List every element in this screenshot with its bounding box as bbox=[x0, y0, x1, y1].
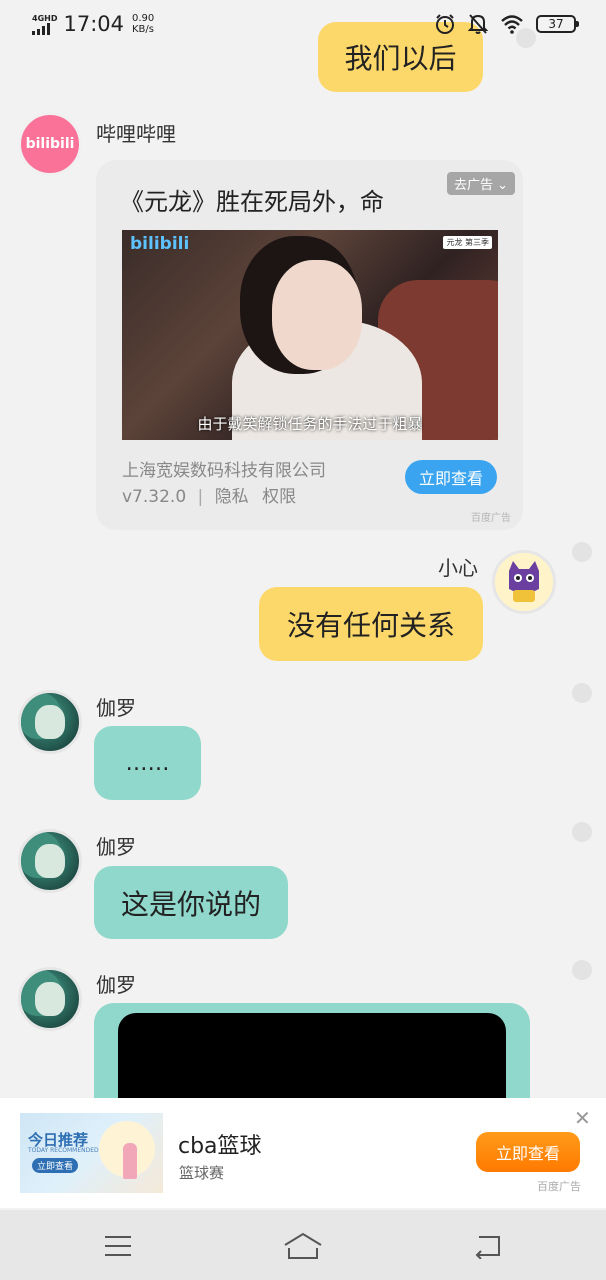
back-button[interactable] bbox=[467, 1226, 507, 1266]
chat-area[interactable]: 我们以后 bilibili 哔哩哔哩 《元龙》胜在死局外，命 去广告 ⌄ bil… bbox=[0, 0, 606, 1100]
back-icon bbox=[475, 1236, 500, 1259]
ad-image-logo: bilibili bbox=[130, 234, 190, 254]
menu-button[interactable] bbox=[98, 1226, 138, 1266]
avatar[interactable]: bilibili bbox=[18, 112, 82, 176]
sender-name: 伽罗 bbox=[96, 973, 136, 997]
status-dot bbox=[572, 822, 592, 842]
home-icon bbox=[284, 1232, 322, 1259]
network-indicator: 4GHD bbox=[32, 14, 57, 35]
media-message[interactable] bbox=[94, 1003, 530, 1100]
chevron-down-icon: ⌄ bbox=[497, 178, 508, 193]
ad-privacy-link[interactable]: 隐私 bbox=[215, 487, 249, 507]
battery-level: 37 bbox=[548, 17, 564, 31]
bilibili-logo: bilibili bbox=[25, 136, 75, 152]
avatar[interactable] bbox=[492, 550, 556, 614]
banner-view-now-button[interactable]: 立即查看 bbox=[476, 1132, 580, 1172]
remove-ad-button[interactable]: 去广告 ⌄ bbox=[446, 172, 515, 195]
sender-name: 小心 bbox=[438, 556, 478, 580]
message-text: …… bbox=[125, 750, 170, 776]
thumbnail-subtitle: TODAY RECOMMENDED bbox=[28, 1147, 99, 1154]
ad-image-subtitle: 由于戴笑解锁任务的手法过于粗暴 bbox=[197, 415, 423, 433]
avatar[interactable] bbox=[18, 690, 82, 754]
banner-button-label: 立即查看 bbox=[495, 1144, 560, 1163]
banner-subtitle: 篮球赛 bbox=[179, 1164, 225, 1182]
status-dot bbox=[572, 542, 592, 562]
clock: 17:04 bbox=[63, 12, 124, 36]
message-bubble[interactable]: 没有任何关系 bbox=[259, 587, 483, 661]
battery-icon: 37 bbox=[536, 15, 579, 33]
ad-version: v7.32.0 bbox=[122, 487, 187, 507]
alarm-icon bbox=[436, 14, 454, 34]
ad-permissions-link[interactable]: 权限 bbox=[262, 487, 296, 507]
status-dot bbox=[572, 683, 592, 703]
wifi-icon bbox=[501, 15, 523, 34]
ad-meta: v7.32.0 | 隐私 权限 bbox=[122, 487, 297, 507]
speed-value: 0.90 bbox=[132, 13, 155, 24]
banner-thumbnail[interactable]: 今日推荐 TODAY RECOMMENDED 立即查看 bbox=[20, 1113, 163, 1193]
message-bubble[interactable]: 这是你说的 bbox=[94, 866, 288, 939]
close-icon[interactable]: ✕ bbox=[574, 1106, 591, 1130]
ad-image[interactable]: bilibili 元龙 第三季 由于戴笑解锁任务的手法过于粗暴 bbox=[122, 230, 498, 440]
navigation-bar bbox=[0, 1210, 606, 1280]
network-speed: 0.90 KB/s bbox=[132, 13, 154, 35]
sender-name: 伽罗 bbox=[96, 835, 136, 859]
media-preview[interactable] bbox=[118, 1013, 506, 1100]
status-dot bbox=[572, 960, 592, 980]
message-text: 这是你说的 bbox=[120, 887, 261, 921]
network-type: 4GHD bbox=[32, 13, 58, 23]
menu-icon bbox=[105, 1236, 131, 1256]
sender-name: 哔哩哔哩 bbox=[96, 122, 176, 146]
ad-card[interactable]: 《元龙》胜在死局外，命 去广告 ⌄ bilibili 元龙 第三季 由于戴笑解锁… bbox=[96, 160, 523, 530]
bottom-ad-banner[interactable]: 今日推荐 TODAY RECOMMENDED 立即查看 cba篮球 篮球赛 立即… bbox=[0, 1098, 606, 1208]
speed-unit: KB/s bbox=[132, 24, 154, 35]
message-text: 没有任何关系 bbox=[286, 609, 455, 642]
view-now-button[interactable]: 立即查看 bbox=[405, 460, 497, 494]
ad-company: 上海宽娱数码科技有限公司 bbox=[122, 461, 326, 481]
thumbnail-button: 立即查看 bbox=[32, 1158, 79, 1173]
ad-title: 《元龙》胜在死局外，命 bbox=[120, 188, 384, 216]
status-bar: 4GHD 17:04 0.90 KB/s 37 bbox=[0, 0, 606, 48]
signal-icon bbox=[32, 22, 50, 35]
home-button[interactable] bbox=[283, 1226, 323, 1266]
remove-ad-label: 去广告 bbox=[453, 178, 493, 193]
view-now-label: 立即查看 bbox=[418, 469, 483, 488]
mute-icon bbox=[468, 14, 488, 34]
message-bubble[interactable]: …… bbox=[94, 726, 201, 800]
cat-character-icon bbox=[509, 561, 539, 602]
banner-source: 百度广告 bbox=[537, 1180, 581, 1193]
avatar[interactable] bbox=[18, 967, 82, 1031]
ad-image-tag: 元龙 第三季 bbox=[443, 236, 492, 249]
banner-title: cba篮球 bbox=[178, 1134, 262, 1159]
ad-source: 百度广告 bbox=[471, 513, 511, 524]
avatar[interactable] bbox=[18, 829, 82, 893]
sender-name: 伽罗 bbox=[96, 696, 136, 720]
